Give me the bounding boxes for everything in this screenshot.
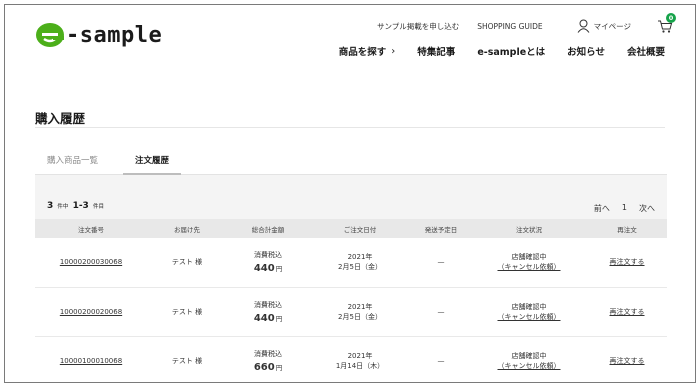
apply-sample-link[interactable]: サンプル掲載を申し込む [377,21,459,32]
status-cell: 店舗確認中 （キャンセル依頼） [471,287,587,337]
orders-table: 注文番号 お届け先 総合計金額 ご注文日付 発送予定日 注文状況 再注文 100… [35,219,667,382]
nav-item-search-products[interactable]: 商品を探す › [338,44,396,59]
site-logo[interactable]: -sample [35,19,162,51]
nav-item-features[interactable]: 特集記事 [417,44,455,58]
nav-item-about[interactable]: e-sampleとは [477,44,545,58]
ship-date: — [411,238,471,288]
shopping-guide-link[interactable]: SHOPPING GUIDE [477,22,542,31]
price-value: 660円 [227,362,309,373]
reorder-link[interactable]: 再注文する [610,357,645,365]
cancel-request-link[interactable]: （キャンセル依頼） [471,361,587,371]
order-date-year: 2021年 [347,351,373,360]
nav-item-label: 商品を探す [338,47,387,58]
order-date-day: 1月14日（木） [335,361,385,370]
main-nav: 商品を探す › 特集記事 e-sampleとは お知らせ 会社概要 [338,44,665,59]
tab-order-history[interactable]: 注文履歴 [135,154,169,166]
user-icon [577,19,590,33]
browser-frame: -sample サンプル掲載を申し込む SHOPPING GUIDE マイページ… [4,4,696,383]
col-status: 注文状況 [471,219,587,238]
summary-total: 3 [47,201,54,211]
pager-next[interactable]: 次へ [639,203,655,214]
nav-item-company[interactable]: 会社概要 [627,44,665,58]
summary-range-suffix: 件目 [92,204,104,210]
reorder-link[interactable]: 再注文する [610,308,645,316]
col-reorder: 再注文 [587,219,667,238]
price-amount: 660 [253,361,275,373]
price-value: 440円 [227,263,309,274]
order-date: 2021年 2月5日（金） [309,287,411,337]
mypage-label: マイページ [593,21,631,31]
price-label: 消費税込 [254,300,282,309]
pager-page-1[interactable]: 1 [622,203,627,214]
logo-text: -sample [66,22,163,48]
table-row: 10000200020068 テスト 様 消費税込 440円 2021年 2月5… [35,287,667,337]
price-currency: 円 [275,265,283,274]
mypage-link[interactable]: マイページ [577,19,631,33]
order-number-link[interactable]: 10000200030068 [60,258,122,266]
cancel-request-link[interactable]: （キャンセル依頼） [471,262,587,272]
summary-range: 1-3 [72,201,89,211]
price-amount: 440 [253,312,275,324]
pagination: 前へ 1 次へ [582,203,655,214]
col-order-date: ご注文日付 [309,219,411,238]
price-currency: 円 [275,314,283,323]
summary-total-suffix: 件中 [57,204,69,210]
order-number-link[interactable]: 10000100010068 [60,357,122,365]
status-cell: 店舗確認中 （キャンセル依頼） [471,238,587,288]
total-cell: 消費税込 440円 [227,238,309,288]
tab-purchased-items[interactable]: 購入商品一覧 [47,154,98,166]
chevron-right-icon: › [391,45,396,57]
orders-panel: 3 件中 1-3 件目 前へ 1 次へ 注文番号 お届け先 総合計金額 ご注文日… [35,175,667,382]
ship-date: — [411,336,471,382]
pager-prev[interactable]: 前へ [594,203,610,214]
cart-button[interactable]: 0 [657,13,676,34]
order-date-day: 2月5日（金） [338,312,382,321]
order-status: 店舗確認中 [511,302,547,311]
price-amount: 440 [253,263,275,275]
price-value: 440円 [227,313,309,324]
price-currency: 円 [275,363,283,372]
page-title: 購入履歴 [35,111,86,126]
recipient: テスト 様 [147,238,227,288]
order-date: 2021年 2月5日（金） [309,238,411,288]
col-order-number: 注文番号 [35,219,147,238]
order-status: 店舗確認中 [511,253,547,262]
status-cell: 店舗確認中 （キャンセル依頼） [471,336,587,382]
order-date-year: 2021年 [347,253,373,262]
col-total: 総合計金額 [227,219,309,238]
order-number-link[interactable]: 10000200020068 [60,308,122,316]
table-row: 10000200030068 テスト 様 消費税込 440円 2021年 2月5… [35,238,667,288]
result-summary: 3 件中 1-3 件目 [47,201,105,211]
order-date: 2021年 1月14日（木） [309,336,411,382]
history-tabs: 購入商品一覧 注文履歴 [35,149,667,175]
reorder-link[interactable]: 再注文する [610,258,645,266]
cancel-request-link[interactable]: （キャンセル依頼） [471,312,587,322]
order-status: 店舗確認中 [511,351,547,360]
price-label: 消費税込 [254,349,282,358]
col-recipient: お届け先 [147,219,227,238]
logo-e-mark-icon [35,22,65,48]
table-row: 10000100010068 テスト 様 消費税込 660円 2021年 1月1… [35,336,667,382]
recipient: テスト 様 [147,287,227,337]
recipient: テスト 様 [147,336,227,382]
total-cell: 消費税込 660円 [227,336,309,382]
table-header-row: 注文番号 お届け先 総合計金額 ご注文日付 発送予定日 注文状況 再注文 [35,219,667,238]
order-date-year: 2021年 [347,302,373,311]
cart-count-badge: 0 [666,13,676,23]
title-divider [35,127,665,128]
total-cell: 消費税込 440円 [227,287,309,337]
utility-nav: サンプル掲載を申し込む SHOPPING GUIDE マイページ 0 [377,13,676,34]
col-ship-date: 発送予定日 [411,219,471,238]
nav-item-news[interactable]: お知らせ [567,44,605,58]
order-date-day: 2月5日（金） [338,263,382,272]
ship-date: — [411,287,471,337]
price-label: 消費税込 [254,251,282,260]
